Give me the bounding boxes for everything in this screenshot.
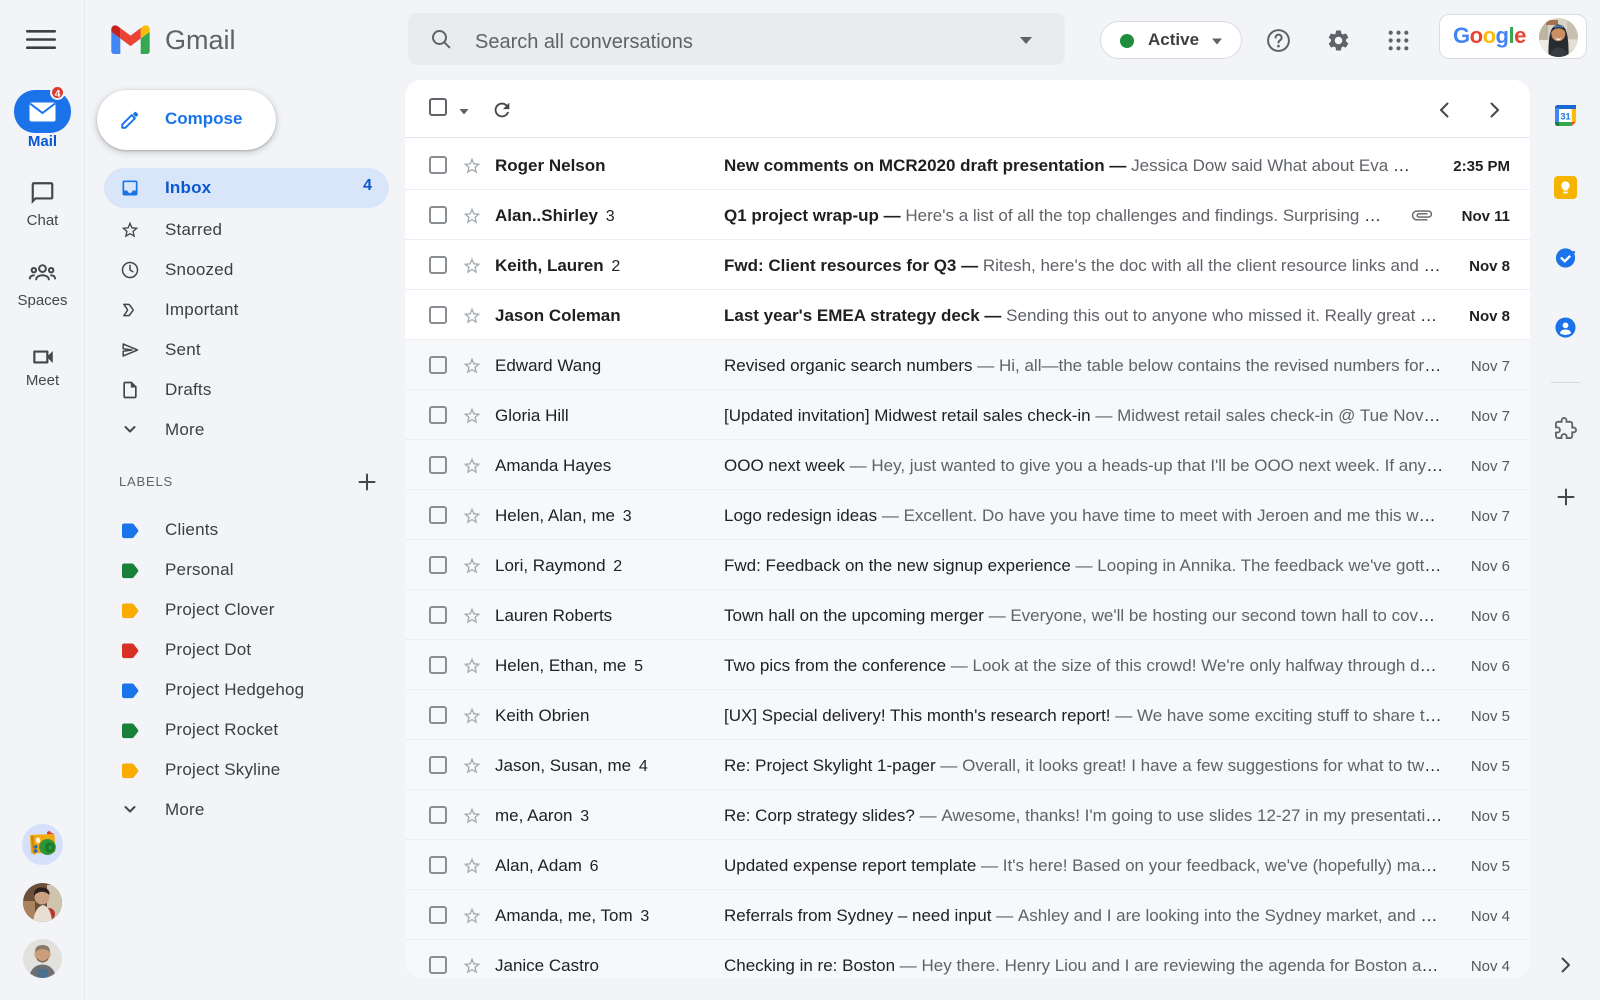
svg-text:31: 31 — [1560, 112, 1570, 122]
